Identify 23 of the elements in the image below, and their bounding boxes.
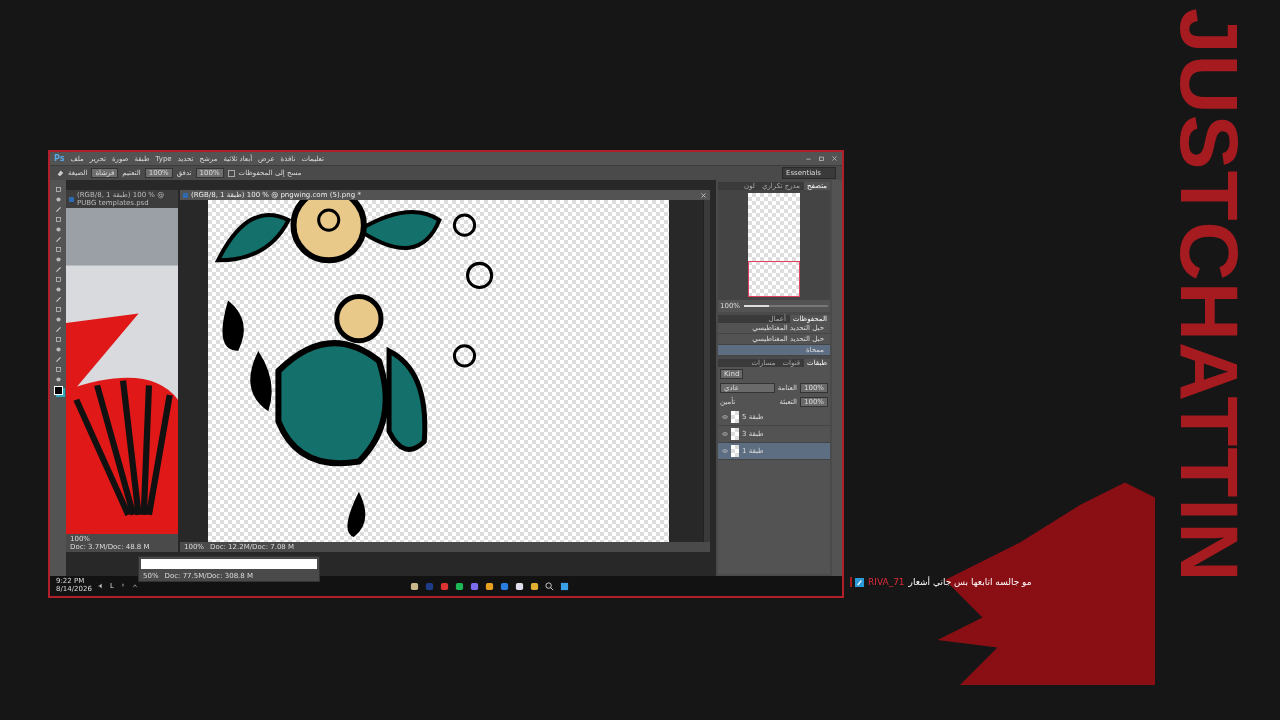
- eye-icon[interactable]: [722, 432, 728, 436]
- brand-title: JUSTCHATTIN: [1168, 8, 1250, 583]
- layer-thumbnail: [731, 428, 739, 440]
- windows-start-icon[interactable]: [560, 581, 570, 591]
- layer-thumbnail: [731, 411, 739, 423]
- scrollbar[interactable]: [703, 200, 710, 542]
- document-icon: [183, 192, 188, 198]
- chat-username: RIVA_71: [868, 577, 905, 587]
- document-icon: [69, 196, 74, 202]
- erase-history-checkbox[interactable]: [227, 169, 235, 177]
- microphone-icon[interactable]: [119, 583, 126, 589]
- close-icon[interactable]: [831, 155, 838, 162]
- chat-text: مو جالسه اتابعها بس جاني أشعار: [908, 577, 1032, 587]
- color-swatches-icon[interactable]: [53, 386, 63, 395]
- layer-thumbnail: [731, 445, 739, 457]
- search-icon[interactable]: [545, 581, 555, 591]
- close-icon[interactable]: [700, 191, 707, 199]
- eraser-icon[interactable]: [56, 169, 64, 177]
- speaker-icon[interactable]: [97, 583, 104, 589]
- chevron-up-icon[interactable]: [131, 583, 138, 589]
- view-area-frame[interactable]: [748, 261, 800, 297]
- restore-icon[interactable]: [818, 155, 825, 162]
- eye-icon[interactable]: [722, 415, 728, 419]
